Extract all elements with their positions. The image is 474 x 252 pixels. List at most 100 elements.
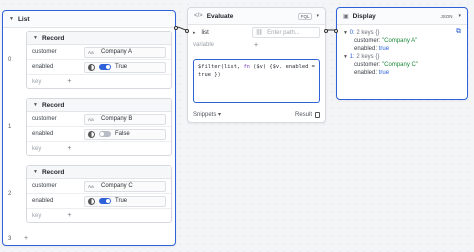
string-type-icon[interactable]: Aa	[88, 184, 97, 189]
plus-icon[interactable]: +	[67, 145, 71, 152]
boolean-type-icon[interactable]	[88, 197, 95, 205]
record-header[interactable]: ▼ Record	[27, 32, 171, 45]
record-title: Record	[41, 168, 65, 176]
field-key: customer	[32, 183, 57, 189]
field-value: Company B	[101, 116, 133, 122]
field-value: Company C	[101, 183, 133, 189]
next-index: 3	[8, 236, 12, 242]
code-icon: </>	[194, 13, 203, 19]
string-type-icon[interactable]: Aa	[88, 117, 97, 122]
snippets-button[interactable]: Snippets ▾	[193, 111, 221, 118]
path-input[interactable]: ⛓ Enter path...	[251, 27, 320, 38]
enabled-field: enabled True	[27, 194, 171, 209]
customer-value-input[interactable]: Aa Company C	[84, 180, 166, 192]
tree-entry: enabled: true	[343, 45, 461, 53]
plus-icon[interactable]: +	[67, 212, 71, 219]
tree-key: enabled:	[354, 46, 378, 52]
tree-value: "Company C"	[382, 62, 418, 68]
enabled-value-input[interactable]: True	[84, 195, 166, 207]
customer-value-input[interactable]: Aa Company B	[84, 113, 166, 125]
enabled-value-input[interactable]: True	[84, 61, 166, 73]
record-title: Record	[41, 101, 65, 109]
record-card[interactable]: ▼ Record customer Aa Company C enabled T…	[26, 165, 172, 223]
record-header[interactable]: ▼ Record	[27, 99, 171, 112]
evaluate-input-handle[interactable]	[185, 29, 189, 33]
result-copy-icon[interactable]	[315, 111, 320, 118]
tree-key: customer:	[354, 38, 381, 44]
tree-item-0[interactable]: ▼ 0: 2 keys {}	[343, 29, 461, 37]
evaluate-footer: Snippets ▾ Result	[193, 109, 320, 120]
field-key: enabled	[32, 131, 54, 137]
copy-icon[interactable]: ⧉	[456, 28, 461, 36]
chevron-down-icon[interactable]: ▼	[33, 169, 38, 175]
customer-field: customer Aa Company A	[27, 45, 171, 60]
boolean-type-icon[interactable]	[88, 63, 95, 71]
customer-value-input[interactable]: Aa Company A	[84, 46, 166, 58]
enabled-toggle[interactable]	[99, 198, 111, 204]
evaluate-node-header[interactable]: </> Evaluate FQL ▾	[188, 8, 325, 25]
evaluate-node[interactable]: </> Evaluate FQL ▾ ▸ list ⛓ Enter path..…	[185, 7, 328, 123]
variable-row: ▸ list ⛓ Enter path...	[188, 25, 325, 40]
chevron-down-icon[interactable]: ▼	[343, 54, 348, 60]
add-item-plus-icon[interactable]: +	[24, 235, 28, 242]
tree-index: 1:	[349, 54, 355, 60]
enabled-field: enabled False	[27, 127, 171, 142]
key-input[interactable]: key	[32, 146, 41, 152]
record-header[interactable]: ▼ Record	[27, 166, 171, 179]
enabled-toggle[interactable]	[99, 64, 111, 70]
display-node-header[interactable]: ▣ Display JSON ▾	[337, 8, 467, 25]
chevron-down-icon[interactable]: ▼	[9, 16, 14, 22]
list-node[interactable]: ▼ List 0 ▼ Record customer Aa Company A …	[2, 10, 178, 246]
field-value: True	[115, 64, 128, 70]
evaluate-node-title: Evaluate	[206, 12, 234, 20]
customer-field: customer Aa Company C	[27, 179, 171, 194]
tree-key: customer:	[354, 62, 381, 68]
variable-name[interactable]: list	[202, 30, 246, 36]
evaluate-output-handle[interactable]	[324, 29, 328, 33]
plus-icon[interactable]: +	[254, 42, 258, 49]
plus-icon[interactable]: +	[67, 78, 71, 85]
record-card[interactable]: ▼ Record customer Aa Company A enabled T…	[26, 31, 172, 89]
enabled-toggle[interactable]	[99, 131, 111, 137]
field-value: Company A	[101, 49, 133, 55]
boolean-type-icon[interactable]	[88, 130, 95, 138]
key-input[interactable]: key	[32, 79, 41, 85]
variable-input[interactable]: variable	[193, 42, 214, 48]
list-output-handle[interactable]	[174, 26, 178, 30]
chevron-down-icon[interactable]: ▼	[343, 30, 348, 36]
record-index: 0	[8, 57, 12, 63]
enabled-value-input[interactable]: False	[84, 128, 166, 140]
record-card[interactable]: ▼ Record customer Aa Company B enabled F…	[26, 98, 172, 156]
chevron-down-icon[interactable]: ▼	[33, 102, 38, 108]
field-key: enabled	[32, 198, 54, 204]
format-select[interactable]: JSON	[438, 14, 454, 19]
list-node-header[interactable]: ▼ List	[3, 11, 175, 28]
code-line: $filter(list, fn ($v) {$v. enabled =	[198, 63, 315, 71]
code-line: true })	[198, 72, 221, 78]
chevron-down-icon[interactable]: ▼	[33, 35, 38, 41]
field-value: False	[115, 131, 130, 137]
chevron-down-icon[interactable]: ▾	[316, 13, 319, 19]
code-editor[interactable]: $filter(list, fn ($v) {$v. enabled = tru…	[193, 59, 320, 103]
braces-icon: {}	[375, 30, 380, 36]
chevron-down-icon[interactable]: ▸	[193, 30, 196, 36]
record-index: 1	[8, 124, 12, 130]
code-text: ($v) {$v. enabled =	[249, 64, 315, 70]
field-key: enabled	[32, 64, 54, 70]
tree-index: 0:	[349, 30, 355, 36]
language-select[interactable]: FQL	[297, 12, 313, 20]
display-input-handle[interactable]	[334, 29, 338, 33]
display-node[interactable]: ▣ Display JSON ▾ ⧉ ▼ 0: 2 keys {} custom…	[334, 7, 468, 100]
tree-value: true	[378, 46, 390, 52]
snippets-label: Snippets	[193, 112, 217, 118]
field-key: customer	[32, 49, 57, 55]
tree-entry: enabled: true	[343, 69, 461, 77]
string-type-icon[interactable]: Aa	[88, 50, 97, 55]
chevron-down-icon[interactable]: ▾	[458, 13, 461, 19]
key-input[interactable]: key	[32, 213, 41, 219]
new-key-row: key +	[27, 75, 171, 88]
tree-entry: customer: "Company C"	[343, 61, 461, 69]
field-key: customer	[32, 116, 57, 122]
tree-item-1[interactable]: ▼ 1: 2 keys {}	[343, 53, 461, 61]
tree-value: "Company A"	[382, 38, 418, 44]
